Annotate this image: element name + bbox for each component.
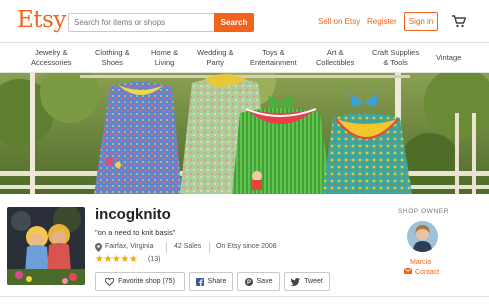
category-label: Craft Supplies: [372, 48, 420, 57]
tweet-label: Tweet: [304, 278, 323, 285]
category-toys[interactable]: Toys & Entertainment: [250, 48, 297, 68]
search-bar: Search: [68, 13, 254, 32]
review-count[interactable]: (13): [148, 256, 160, 263]
category-vintage[interactable]: Vintage: [436, 53, 461, 63]
facebook-icon: [195, 277, 204, 286]
shop-tagline: "on a need to knit basis": [95, 228, 176, 237]
twitter-icon: [291, 277, 301, 286]
tweet-button[interactable]: Tweet: [284, 272, 330, 291]
envelope-icon: [403, 267, 413, 276]
category-label: Shoes: [101, 58, 123, 67]
pinterest-icon: P: [244, 277, 253, 286]
owner-name[interactable]: Marcia: [410, 259, 431, 266]
etsy-logo[interactable]: Etsy: [17, 7, 66, 33]
sign-in-button[interactable]: Sign in: [404, 12, 438, 31]
owner-avatar[interactable]: [407, 221, 438, 252]
category-label: Jewelry &: [34, 48, 68, 57]
shop-since: On Etsy since 2008: [216, 243, 277, 250]
category-jewelry[interactable]: Jewelry & Accessories: [31, 48, 71, 68]
category-label: Living: [154, 58, 175, 67]
category-label: Toys &: [262, 48, 285, 57]
category-label: Accessories: [31, 58, 72, 67]
contact-label: Contact: [415, 268, 440, 276]
category-label: Party: [206, 58, 225, 67]
shopping-cart-icon[interactable]: [452, 15, 466, 28]
category-clothing[interactable]: Clothing & Shoes: [95, 48, 130, 68]
category-label: Entertainment: [250, 58, 297, 67]
category-label: Home &: [151, 48, 179, 57]
register-link[interactable]: Register: [367, 17, 397, 26]
category-wedding[interactable]: Wedding & Party: [197, 48, 234, 68]
heart-icon: [105, 277, 115, 286]
category-label: Collectibles: [316, 58, 355, 67]
share-button[interactable]: Share: [189, 272, 233, 291]
shop-owner-heading: SHOP OWNER: [398, 208, 450, 215]
category-label: & Tools: [383, 58, 408, 67]
star-rating: ★★★★★: [95, 254, 138, 265]
knitted-dolls-illustration: [7, 207, 85, 285]
favorite-shop-button[interactable]: Favorite shop (75): [95, 272, 185, 291]
search-button[interactable]: Search: [214, 13, 254, 32]
sell-on-etsy-link[interactable]: Sell on Etsy: [318, 17, 360, 26]
shop-location: Fairfax, Virginia: [105, 243, 154, 250]
category-craft-supplies[interactable]: Craft Supplies & Tools: [372, 48, 419, 68]
save-label: Save: [256, 278, 273, 285]
shop-icon-image[interactable]: [7, 207, 85, 285]
site-header: Etsy Search Sell on Etsy Register Sign i…: [0, 0, 489, 43]
svg-text:P: P: [247, 280, 251, 286]
section-divider: [0, 296, 489, 297]
search-input[interactable]: [68, 13, 214, 32]
category-label: Vintage: [436, 53, 462, 62]
contact-link[interactable]: Contact: [403, 267, 440, 276]
category-label: Art &: [326, 48, 344, 57]
meta-divider: [166, 242, 167, 253]
share-label: Share: [207, 278, 227, 285]
banner-dresses-illustration: [0, 73, 489, 194]
shop-name[interactable]: incogknito: [95, 206, 171, 223]
category-label: Wedding &: [197, 48, 234, 57]
meta-divider: [209, 242, 210, 253]
location-pin-icon: [95, 243, 102, 252]
category-label: Clothing &: [95, 48, 130, 57]
save-button[interactable]: P Save: [237, 272, 280, 291]
owner-portrait-illustration: [407, 221, 438, 252]
category-home[interactable]: Home & Living: [151, 48, 178, 68]
shop-sales-count[interactable]: 42 Sales: [174, 243, 201, 250]
favorite-shop-label: Favorite shop (75): [118, 278, 175, 285]
category-art[interactable]: Art & Collectibles: [316, 48, 354, 68]
shop-banner-image: [0, 73, 489, 194]
category-nav: Jewelry & Accessories Clothing & Shoes H…: [0, 44, 489, 73]
